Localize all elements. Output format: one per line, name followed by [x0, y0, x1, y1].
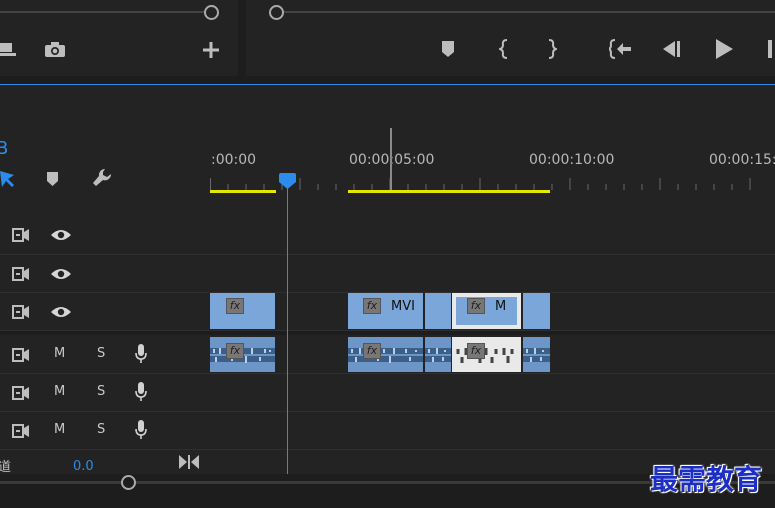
- camera-icon[interactable]: [44, 40, 66, 58]
- mark-out-icon[interactable]: [545, 38, 559, 60]
- fx-badge: fx: [226, 298, 244, 314]
- video-clip-3[interactable]: [425, 293, 451, 329]
- track-header-v3: [0, 216, 210, 255]
- audio-clip-2[interactable]: fx: [348, 337, 423, 372]
- export-frame-icon[interactable]: [0, 40, 18, 58]
- timecode-10: 00:00:10:00: [529, 152, 615, 168]
- step-back-icon[interactable]: [660, 40, 682, 58]
- track-header-a2: M S: [0, 374, 210, 412]
- audio-clip-selected[interactable]: fx: [452, 337, 521, 372]
- work-area-bar-1[interactable]: [210, 190, 276, 193]
- program-monitor-controls: [246, 0, 775, 76]
- eye-icon[interactable]: [50, 227, 72, 243]
- snap-icon[interactable]: [0, 170, 14, 188]
- track-header-a3: M S: [0, 412, 210, 450]
- timeline-header: B :00:00 00:00:05:00 00:00:10:00 00:00:1…: [0, 86, 775, 216]
- solo-button[interactable]: S: [97, 422, 105, 437]
- add-button-icon[interactable]: [202, 41, 220, 59]
- ruler-marker-line: [390, 128, 392, 190]
- panel-divider: [0, 84, 775, 85]
- fx-badge: fx: [226, 343, 244, 359]
- go-to-in-icon[interactable]: [608, 38, 634, 60]
- toggle-sync-lock-icon[interactable]: [11, 346, 31, 364]
- program-zoom-handle[interactable]: [269, 5, 284, 20]
- microphone-icon[interactable]: [133, 381, 149, 403]
- master-track-header: 道 0.0: [0, 450, 210, 475]
- toggle-sync-lock-icon[interactable]: [11, 384, 31, 402]
- program-scrub-track[interactable]: [276, 11, 775, 13]
- timeline-marker-icon[interactable]: [44, 171, 60, 187]
- watermark-text: 最需教育: [650, 463, 763, 496]
- play-icon[interactable]: [713, 38, 735, 60]
- mute-button[interactable]: M: [54, 384, 65, 399]
- solo-button[interactable]: S: [97, 346, 105, 361]
- timecode-15: 00:00:15:: [709, 152, 775, 168]
- wrench-icon[interactable]: [91, 167, 113, 189]
- microphone-icon[interactable]: [133, 343, 149, 365]
- source-zoom-handle[interactable]: [204, 5, 219, 20]
- track-lane-v2[interactable]: [210, 255, 775, 293]
- audio-clip-3[interactable]: [425, 337, 451, 372]
- clip-name: M: [495, 299, 507, 314]
- timeline-zoom-handle[interactable]: [121, 475, 136, 490]
- toggle-sync-lock-icon[interactable]: [11, 226, 31, 244]
- track-lane-a3[interactable]: [210, 412, 775, 450]
- work-area-bar-2[interactable]: [348, 190, 550, 193]
- master-label: 道: [0, 460, 12, 475]
- toggle-sync-lock-icon[interactable]: [11, 265, 31, 283]
- audio-clip-1[interactable]: fx: [210, 337, 275, 372]
- fx-badge: fx: [363, 343, 381, 359]
- mark-in-icon[interactable]: [497, 38, 511, 60]
- master-volume-value[interactable]: 0.0: [73, 459, 94, 474]
- fx-badge: fx: [363, 298, 381, 314]
- microphone-icon[interactable]: [133, 419, 149, 441]
- track-header-v2: [0, 255, 210, 293]
- toggle-sync-lock-icon[interactable]: [11, 303, 31, 321]
- video-clip-1[interactable]: fx: [210, 293, 275, 329]
- fx-badge: fx: [467, 298, 485, 314]
- fx-badge: fx: [467, 343, 485, 359]
- track-lane-a2[interactable]: [210, 374, 775, 412]
- source-monitor-controls: [0, 0, 238, 76]
- mute-button[interactable]: M: [54, 422, 65, 437]
- track-lane-v3[interactable]: [210, 216, 775, 255]
- more-controls-edge[interactable]: [768, 40, 772, 58]
- video-clip-5[interactable]: [523, 293, 550, 329]
- video-clip-selected[interactable]: fx M: [452, 293, 521, 329]
- toggle-sync-lock-icon[interactable]: [11, 422, 31, 440]
- timecode-0: :00:00: [211, 152, 257, 168]
- mute-button[interactable]: M: [54, 346, 65, 361]
- track-header-v1: [0, 293, 210, 331]
- eye-icon[interactable]: [50, 266, 72, 282]
- sequence-tab-letter[interactable]: B: [0, 138, 8, 159]
- source-scrub-track[interactable]: [0, 11, 210, 13]
- solo-button[interactable]: S: [97, 384, 105, 399]
- add-marker-icon[interactable]: [440, 40, 456, 58]
- playhead-handle[interactable]: [279, 173, 296, 189]
- audio-clip-5[interactable]: [523, 337, 550, 372]
- eye-icon[interactable]: [50, 304, 72, 320]
- video-clip-2[interactable]: fx MVI: [348, 293, 423, 329]
- track-header-a1: M S: [0, 335, 210, 374]
- clip-name: MVI: [391, 299, 415, 314]
- playhead-line: [287, 188, 288, 474]
- go-to-end-icon[interactable]: [179, 454, 199, 470]
